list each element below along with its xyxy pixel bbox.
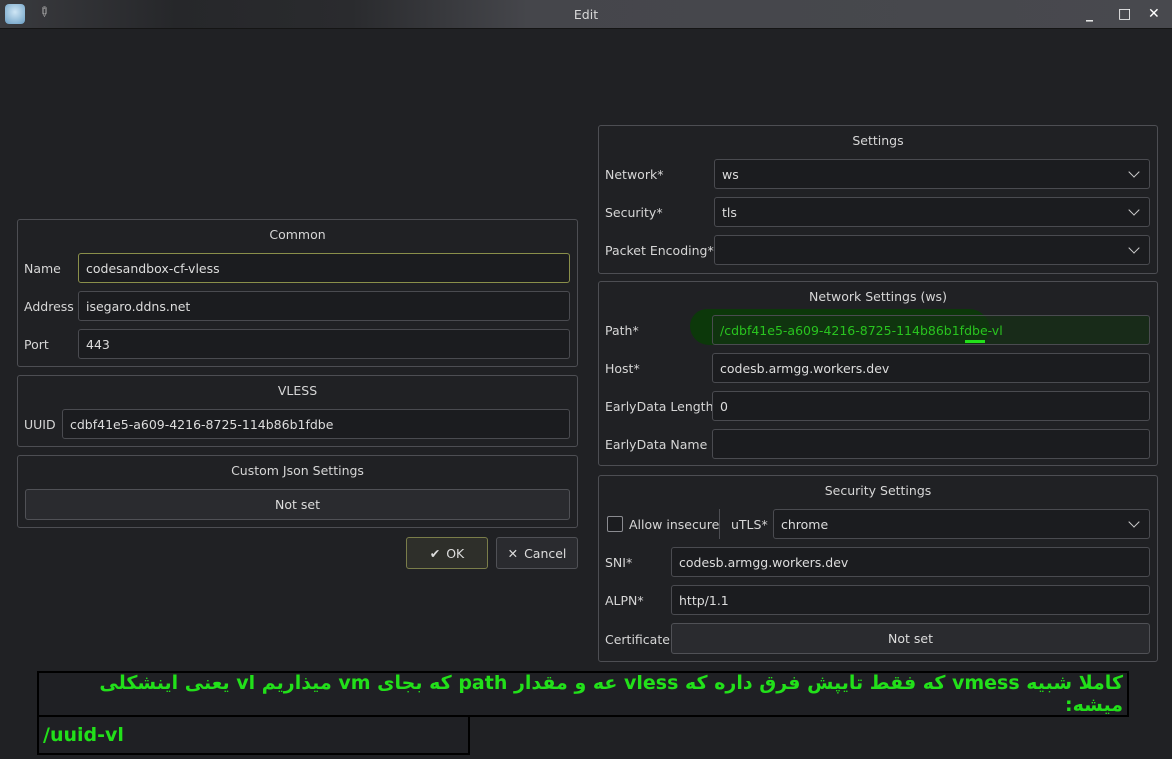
- sni-value: codesb.armgg.workers.dev: [679, 554, 849, 570]
- close-button[interactable]: ✕: [1148, 6, 1160, 22]
- alpn-label: ALPN*: [605, 593, 644, 608]
- alpn-value: http/1.1: [679, 592, 729, 608]
- ok-label: OK: [446, 545, 465, 561]
- uuid-label: UUID: [24, 417, 56, 432]
- network-select[interactable]: ws: [714, 159, 1150, 189]
- name-label: Name: [24, 261, 61, 276]
- utls-value: chrome: [781, 516, 829, 532]
- alpn-input[interactable]: http/1.1: [671, 585, 1150, 615]
- utls-label: uTLS*: [731, 517, 768, 532]
- chevron-down-icon: [1128, 166, 1140, 178]
- security-value: tls: [722, 204, 737, 220]
- custom-json-button-label: Not set: [275, 497, 320, 512]
- path-label: Path*: [605, 323, 639, 338]
- certificate-button[interactable]: Not set: [671, 623, 1150, 654]
- title-bar: ✎ Edit _ □ ✕: [0, 0, 1172, 29]
- certificate-button-label: Not set: [888, 631, 933, 646]
- settings-title: Settings: [852, 133, 904, 148]
- earlydata-length-label: EarlyData Length: [605, 399, 714, 414]
- annotation-text-2: /uuid-vl: [43, 724, 124, 746]
- window-title: Edit: [573, 7, 599, 22]
- annotation-line-2: /uuid-vl: [37, 715, 470, 755]
- sni-input[interactable]: codesb.armgg.workers.dev: [671, 547, 1150, 577]
- custom-json-title: Custom Json Settings: [231, 463, 364, 478]
- earlydata-length-input[interactable]: 0: [712, 391, 1150, 421]
- network-label: Network*: [605, 167, 664, 182]
- certificate-label: Certificate: [605, 632, 670, 647]
- chevron-down-icon: [1128, 242, 1140, 254]
- path-input[interactable]: /cdbf41e5-a609-4216-8725-114b86b1fdbe-vl: [712, 315, 1150, 345]
- utls-select[interactable]: chrome: [773, 509, 1150, 539]
- uuid-value: cdbf41e5-a609-4216-8725-114b86b1fdbe: [70, 416, 334, 432]
- network-value: ws: [722, 166, 739, 182]
- sni-label: SNI*: [605, 555, 633, 570]
- security-settings-title: Security Settings: [824, 483, 932, 498]
- divider: [719, 509, 720, 539]
- earlydata-name-input[interactable]: [712, 429, 1150, 459]
- allow-insecure-label[interactable]: Allow insecure: [629, 517, 719, 532]
- host-value: codesb.armgg.workers.dev: [720, 360, 890, 376]
- packet-encoding-label: Packet Encoding*: [605, 243, 714, 258]
- common-title: Common: [269, 227, 326, 242]
- port-input[interactable]: 443: [78, 329, 570, 359]
- close-icon: ✕: [507, 545, 519, 561]
- ok-button[interactable]: ✔ OK: [406, 537, 488, 569]
- path-value: /cdbf41e5-a609-4216-8725-114b86b1fdbe-vl: [720, 322, 1003, 338]
- earlydata-name-label: EarlyData Name: [605, 437, 708, 452]
- packet-encoding-select[interactable]: [714, 235, 1150, 265]
- cancel-label: Cancel: [524, 545, 567, 561]
- allow-insecure-checkbox[interactable]: [607, 516, 623, 532]
- network-settings-title: Network Settings (ws): [809, 289, 947, 304]
- minimize-button[interactable]: _: [1086, 6, 1093, 22]
- custom-json-button[interactable]: Not set: [25, 489, 570, 520]
- host-input[interactable]: codesb.armgg.workers.dev: [712, 353, 1150, 383]
- vless-title: VLESS: [277, 383, 318, 398]
- cancel-button[interactable]: ✕ Cancel: [496, 537, 578, 569]
- address-value: isegaro.ddns.net: [86, 298, 191, 314]
- address-input[interactable]: isegaro.ddns.net: [78, 291, 570, 321]
- annotation-line-1: کاملا شبیه vmess که فقط تایپش فرق داره ک…: [37, 671, 1129, 717]
- name-input[interactable]: codesandbox-cf-vless: [78, 253, 570, 283]
- port-value: 443: [86, 336, 110, 352]
- host-label: Host*: [605, 361, 640, 376]
- port-label: Port: [24, 337, 49, 352]
- security-label: Security*: [605, 205, 663, 220]
- check-icon: ✔: [429, 545, 441, 561]
- name-value: codesandbox-cf-vless: [86, 260, 220, 276]
- uuid-input[interactable]: cdbf41e5-a609-4216-8725-114b86b1fdbe: [62, 409, 570, 439]
- maximize-button[interactable]: □: [1118, 6, 1131, 22]
- security-select[interactable]: tls: [714, 197, 1150, 227]
- chevron-down-icon: [1128, 204, 1140, 216]
- address-label: Address: [24, 299, 74, 314]
- highlight-underline: [965, 340, 985, 343]
- earlydata-length-value: 0: [720, 398, 728, 414]
- chevron-down-icon: [1128, 516, 1140, 528]
- annotation-text-1: کاملا شبیه vmess که فقط تایپش فرق داره ک…: [99, 672, 1123, 716]
